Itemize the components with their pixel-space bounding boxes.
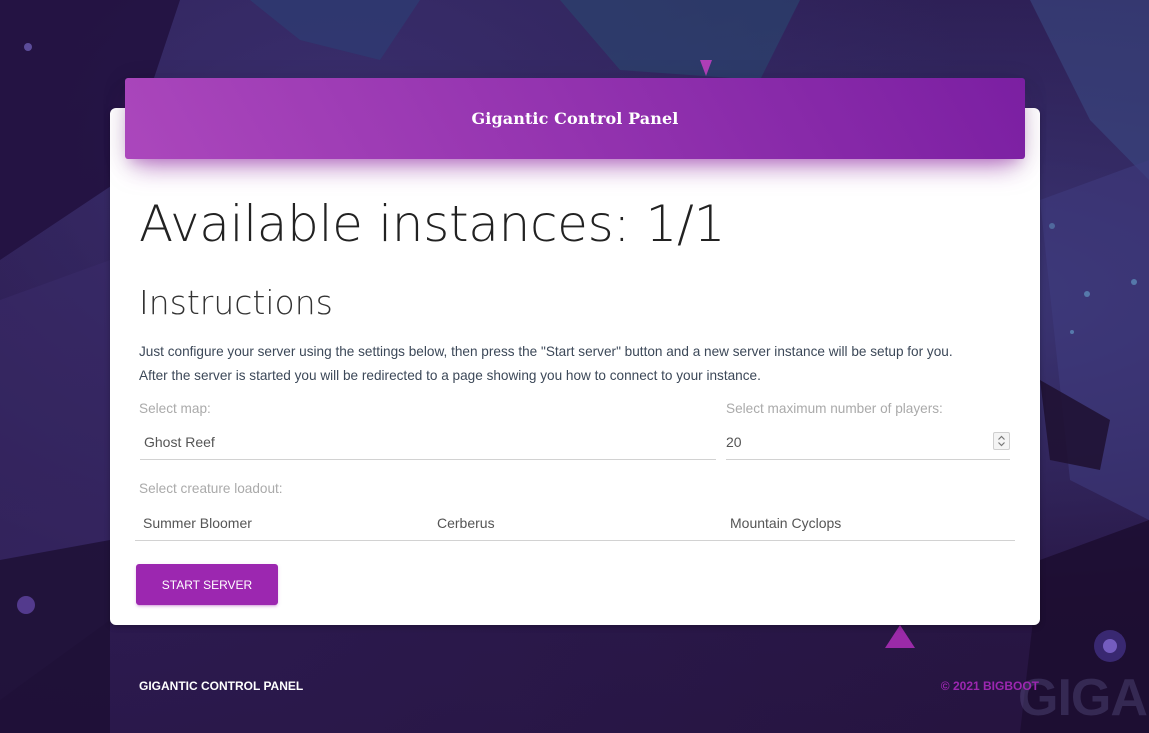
instructions-line-1: Just configure your server using the set… (139, 344, 953, 359)
footer-brand-link[interactable]: GIGANTIC CONTROL PANEL (139, 679, 303, 693)
max-players-value: 20 (726, 433, 742, 450)
available-instances-title: Available instances: 1/1 (139, 195, 726, 253)
instructions-heading: Instructions (139, 283, 333, 322)
map-select[interactable]: Ghost Reef (140, 424, 716, 460)
creature-cerberus[interactable]: Cerberus (437, 505, 495, 541)
card-header-title: Gigantic Control Panel (471, 109, 679, 128)
footer-copyright: © 2021 BIGBOOT (940, 679, 1039, 693)
instructions-line-2: After the server is started you will be … (139, 368, 761, 383)
instructions-text: Just configure your server using the set… (139, 340, 1009, 388)
creature-mountain-cyclops[interactable]: Mountain Cyclops (730, 505, 841, 541)
watermark-logo: GIGAN (1018, 669, 1149, 727)
max-players-label: Select maximum number of players: (726, 401, 943, 416)
start-server-button[interactable]: START SERVER (136, 564, 278, 605)
creature-loadout-label: Select creature loadout: (139, 481, 283, 496)
spin-up-down-icon[interactable] (993, 432, 1010, 450)
creature-summer-bloomer[interactable]: Summer Bloomer (143, 505, 252, 541)
map-select-value: Ghost Reef (144, 433, 215, 450)
max-players-input[interactable]: 20 (726, 424, 1010, 460)
map-select-label: Select map: (139, 401, 211, 416)
card-header: Gigantic Control Panel (125, 78, 1025, 159)
creature-loadout-select[interactable]: Summer Bloomer Cerberus Mountain Cyclops (135, 505, 1015, 541)
